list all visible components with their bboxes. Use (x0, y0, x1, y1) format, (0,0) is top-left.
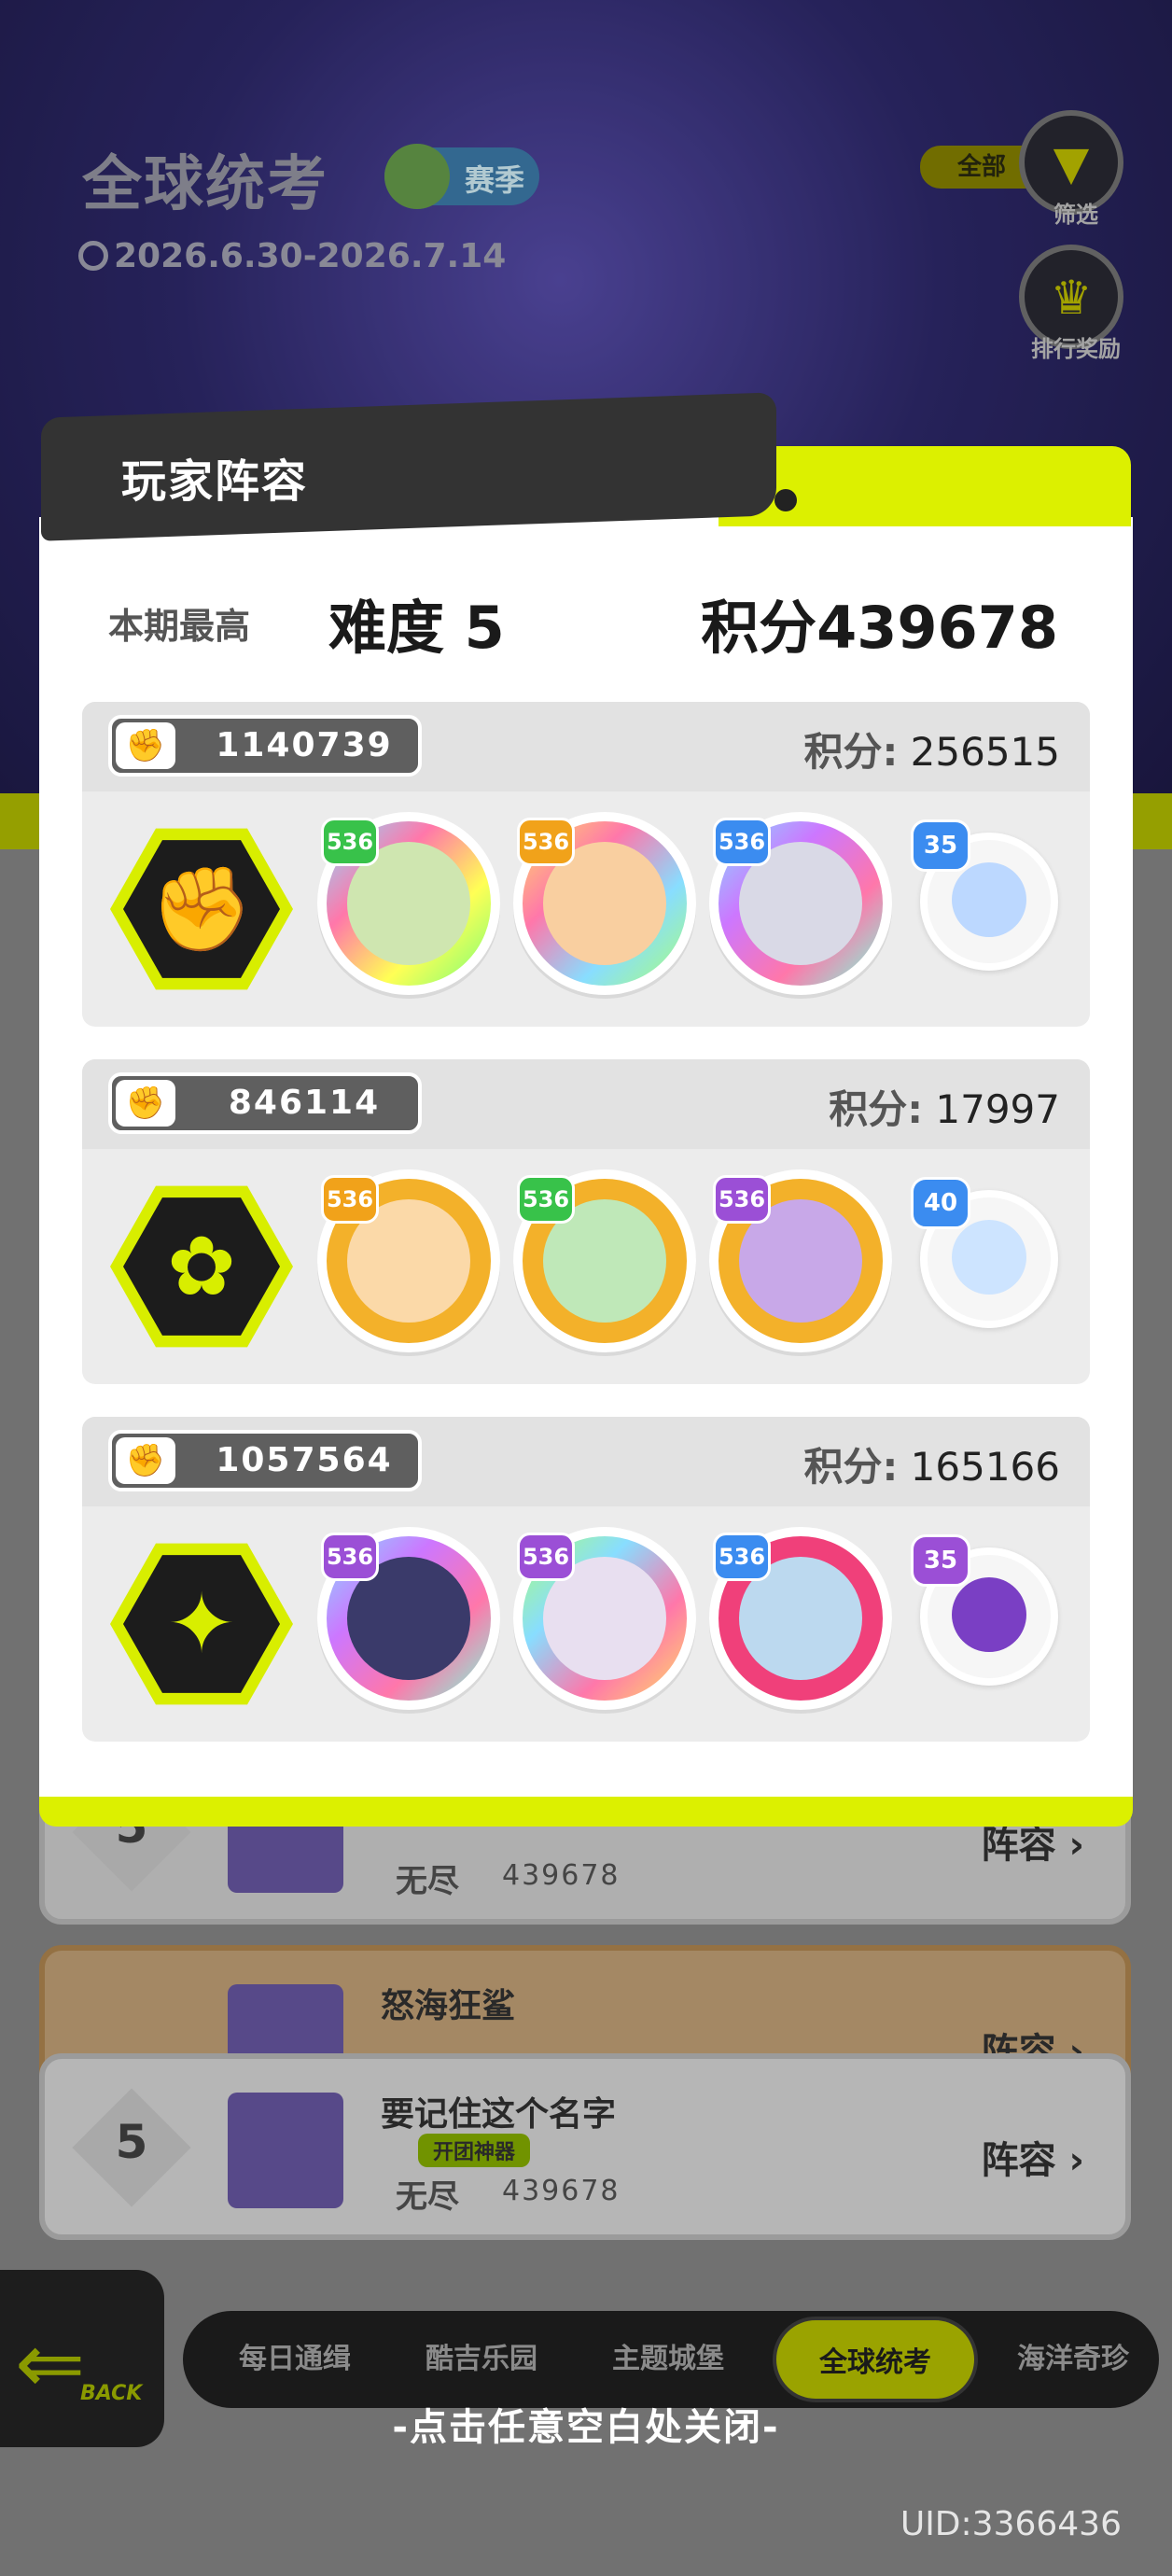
pet-avatar[interactable]: 40 (911, 1177, 1058, 1328)
best-label: 本期最高 (108, 606, 251, 647)
team-card: ✊ 846114 积分: 17997 ✿ 536 536 536 40 (82, 1059, 1090, 1384)
team-emblem: ✿ (110, 1185, 293, 1348)
hero-level: 536 (713, 1175, 771, 1224)
score-value: 17997 (935, 1086, 1060, 1132)
pet-level: 35 (911, 819, 970, 872)
score-key: 积分: (803, 1444, 899, 1490)
tab-bar: 每日通缉 酷吉乐园 主题城堡 全球统考 海洋奇珍 (183, 2311, 1159, 2408)
modal-bottom-band (39, 1797, 1133, 1827)
user-id: UID:3366436 (900, 2505, 1122, 2543)
hero-avatar[interactable]: 536 (709, 812, 892, 995)
team-id-tag: ✊ 1057564 (108, 1430, 422, 1491)
fist-icon: ✊ (116, 1437, 175, 1484)
score-key: 积分: (829, 1086, 924, 1132)
hero-avatar[interactable]: 536 (513, 1527, 696, 1710)
pet-avatar[interactable]: 35 (911, 819, 1058, 971)
score-key: 积分: (803, 729, 899, 775)
team-score: 积分: 17997 (829, 1078, 1060, 1135)
pet-level: 40 (911, 1177, 970, 1229)
hero-avatar[interactable]: 536 (709, 1169, 892, 1352)
team-emblem: ✊ (110, 828, 293, 990)
team-emblem: ✦ (110, 1543, 293, 1705)
pet-level: 35 (911, 1534, 970, 1587)
team-id: 846114 (228, 1084, 381, 1122)
team-score: 积分: 165166 (804, 1435, 1061, 1492)
close-hint: -点击任意空白处关闭- (392, 2406, 780, 2449)
team-card: ✊ 1140739 积分: 256515 ✊ 536 536 536 35 (82, 702, 1090, 1027)
hero-level: 536 (517, 818, 575, 866)
fist-icon: ✊ (116, 722, 175, 769)
hero-level: 536 (321, 1533, 379, 1581)
hero-level: 536 (321, 1175, 379, 1224)
fist-emblem-icon: ✊ (150, 861, 253, 957)
best-difficulty: 难度 5 (328, 594, 505, 662)
tab-ocean-treasure[interactable]: 海洋奇珍 (989, 2311, 1157, 2408)
hero-avatar[interactable]: 536 (709, 1527, 892, 1710)
team-card: ✊ 1057564 积分: 165166 ✦ 536 536 536 35 (82, 1417, 1090, 1742)
hero-avatar[interactable]: 536 (513, 1169, 696, 1352)
best-score: 积分439678 (701, 594, 1058, 662)
team-id: 1057564 (216, 1441, 393, 1479)
tab-theme-castle[interactable]: 主题城堡 (584, 2311, 752, 2408)
fist-icon: ✊ (116, 1080, 175, 1127)
score-value: 256515 (910, 729, 1060, 775)
hero-level: 536 (321, 818, 379, 866)
tab-daily-wanted[interactable]: 每日通缉 (211, 2311, 379, 2408)
tab-global-exam[interactable]: 全球统考 (773, 2317, 978, 2402)
pet-portrait (952, 1220, 1026, 1295)
team-score: 积分: 256515 (804, 721, 1061, 777)
modal-accent-strip (719, 446, 1131, 526)
team-id: 1140739 (216, 726, 393, 764)
hero-avatar[interactable]: 536 (513, 812, 696, 995)
pet-portrait (952, 1577, 1026, 1652)
modal-title: 玩家阵容 (121, 455, 309, 508)
flower-emblem-icon: ✿ (167, 1218, 236, 1314)
team-id-tag: ✊ 1140739 (108, 715, 422, 777)
team-id-tag: ✊ 846114 (108, 1072, 422, 1134)
swirl-emblem-icon: ✦ (167, 1575, 236, 1672)
pet-portrait (952, 862, 1026, 937)
hero-avatar[interactable]: 536 (317, 1169, 500, 1352)
hero-level: 536 (713, 1533, 771, 1581)
hero-avatar[interactable]: 536 (317, 812, 500, 995)
score-value: 165166 (910, 1444, 1060, 1490)
tab-kuji-park[interactable]: 酷吉乐园 (398, 2311, 565, 2408)
accent-dot (774, 489, 797, 511)
hero-level: 536 (713, 818, 771, 866)
hero-avatar[interactable]: 536 (317, 1527, 500, 1710)
hero-level: 536 (517, 1533, 575, 1581)
hero-level: 536 (517, 1175, 575, 1224)
pet-avatar[interactable]: 35 (911, 1534, 1058, 1686)
